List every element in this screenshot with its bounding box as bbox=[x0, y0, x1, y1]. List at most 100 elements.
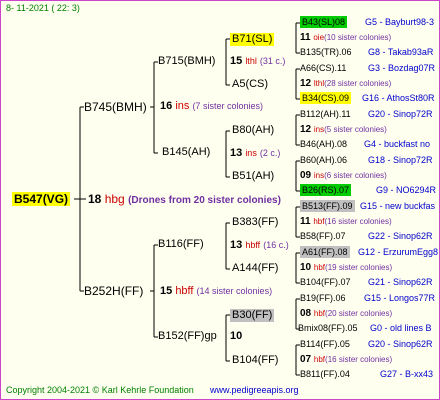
root-drone-line: 18 hbg (Drones from 20 sister colonies) bbox=[88, 193, 281, 206]
gen3-drone-num: 10 bbox=[300, 262, 312, 273]
gen3-drone-line: 11 hbf(16 sister colonies) bbox=[300, 217, 392, 227]
gen3-drone-code: oie bbox=[313, 33, 325, 42]
gen3-drone-note: (20 sister colonies) bbox=[325, 309, 393, 318]
gen4-queen[interactable]: B34(CS).09 bbox=[300, 92, 352, 104]
gen4-ref: G12 - ErzurumEgg8 bbox=[358, 247, 439, 257]
gen3-drone-code: lthl bbox=[313, 79, 325, 88]
gen3-drone-note: (28 sister colonies) bbox=[324, 79, 392, 88]
gen2-drone-num: 10 bbox=[230, 330, 243, 342]
gen3-drone-code: hbf bbox=[313, 217, 325, 226]
root-queen[interactable]: B547(VG) bbox=[12, 192, 71, 206]
gen4-ref: G0 - old lines B bbox=[370, 323, 432, 333]
gen3-drone-num: 12 bbox=[300, 124, 312, 135]
gen3-drone-num: 11 bbox=[300, 32, 311, 43]
gen2-drone-num: 15 bbox=[230, 55, 243, 67]
root-drone-code: hbg bbox=[104, 192, 125, 206]
gen3-drone-line: 11 oie(10 sister colonies) bbox=[300, 33, 391, 43]
gen3-drone-num: 12 bbox=[300, 78, 312, 89]
gen1-queen[interactable]: B745(BMH) bbox=[84, 101, 147, 113]
gen3-drone-note: (6 sister colonies) bbox=[324, 171, 387, 180]
gen1-drone-line: 15 hbff (14 sister colonies) bbox=[160, 286, 272, 297]
gen3-queen[interactable]: B30(FF) bbox=[230, 309, 275, 322]
gen4-queen[interactable]: B58(FF).07 bbox=[300, 232, 346, 241]
gen2-drone-num: 13 bbox=[230, 147, 243, 159]
gen4-queen[interactable]: B46(AH).08 bbox=[300, 140, 347, 149]
gen1-drone-note: (7 sister colonies) bbox=[192, 101, 263, 111]
gen2-drone-note: (16 c.) bbox=[263, 240, 289, 250]
gen1-drone-line: 16 ins (7 sister colonies) bbox=[160, 101, 263, 112]
gen2-drone-num: 13 bbox=[230, 239, 243, 251]
gen2-drone-code: hbff bbox=[245, 240, 261, 250]
gen4-queen[interactable]: A61(FF).08 bbox=[300, 246, 350, 258]
gen1-drone-num: 16 bbox=[160, 100, 173, 112]
gen2-queen[interactable]: B116(FF) bbox=[158, 239, 204, 250]
gen1-queen[interactable]: B252H(FF) bbox=[84, 285, 143, 297]
gen3-drone-code: hbf bbox=[313, 355, 326, 364]
gen4-queen[interactable]: B112(AH).11 bbox=[300, 110, 351, 119]
gen1-drone-note: (14 sister colonies) bbox=[196, 286, 273, 296]
gen4-ref: G20 - Sinop72R bbox=[368, 109, 433, 119]
gen4-queen[interactable]: B114(FF).05 bbox=[300, 340, 350, 349]
gen3-queen[interactable]: B104(FF) bbox=[232, 355, 278, 366]
gen3-queen[interactable]: A144(FF) bbox=[232, 263, 278, 274]
gen4-queen[interactable]: B811(FF).04 bbox=[300, 370, 350, 379]
gen3-queen[interactable]: B51(AH) bbox=[232, 171, 274, 182]
gen3-drone-num: 08 bbox=[300, 308, 312, 319]
gen3-drone-line: 12 lthl(28 sister colonies) bbox=[300, 79, 391, 89]
gen4-ref: G9 - NO6294R bbox=[376, 185, 437, 195]
copyright-text: Copyright 2004-2021 © Karl Kehrle Founda… bbox=[6, 385, 194, 395]
gen2-drone-line: 15 lthl (31 c.) bbox=[230, 56, 285, 67]
gen4-queen[interactable]: B19(FF).06 bbox=[300, 294, 346, 303]
gen4-queen[interactable]: A66(CS).11 bbox=[300, 64, 346, 73]
gen3-queen[interactable]: B383(FF) bbox=[232, 217, 278, 228]
gen2-drone-note: (31 c.) bbox=[259, 56, 286, 66]
gen4-ref: G21 - Sinop62R bbox=[368, 277, 433, 287]
gen1-drone-num: 15 bbox=[160, 285, 173, 297]
gen4-queen[interactable]: B104(FF).07 bbox=[300, 278, 351, 287]
gen4-queen[interactable]: B60(AH).06 bbox=[300, 156, 347, 165]
gen1-drone-code: hbff bbox=[175, 285, 194, 297]
gen3-drone-num: 09 bbox=[300, 170, 312, 181]
gen2-queen[interactable]: B152(FF)gp bbox=[158, 331, 217, 342]
gen4-ref: G18 - Sinop72R bbox=[368, 155, 433, 165]
gen2-queen[interactable]: B145(AH) bbox=[162, 147, 210, 158]
gen4-row: B43(SL)08 bbox=[300, 16, 348, 28]
gen4-ref: G3 - Bozdag07R bbox=[368, 63, 436, 73]
gen4-ref: G15 - Longos77R bbox=[364, 293, 436, 303]
gen4-ref: G16 - AthosSt80R bbox=[362, 93, 435, 103]
gen3-drone-note: (16 sister colonies) bbox=[325, 355, 393, 364]
gen3-queen[interactable]: A5(CS) bbox=[232, 79, 268, 90]
gen4-ref: G22 - Sinop62R bbox=[368, 231, 433, 241]
gen2-drone-line: 13 hbff (16 c.) bbox=[230, 240, 289, 251]
root-drone-num: 18 bbox=[88, 192, 102, 206]
gen4-row: B26(RS).07 bbox=[300, 184, 352, 196]
gen4-queen[interactable]: B43(SL)08 bbox=[300, 16, 348, 28]
gen3-drone-code: hbf bbox=[313, 309, 326, 318]
gen2-drone-line: 13 ins (2 c.) bbox=[230, 148, 280, 159]
gen3-queen[interactable]: B80(AH) bbox=[232, 125, 274, 136]
gen4-row: A61(FF).08 bbox=[300, 246, 350, 258]
gen3-queen[interactable]: B71(SL) bbox=[230, 33, 275, 46]
gen4-row: B513(FF).09 bbox=[300, 200, 355, 212]
gen4-ref: G8 - Takab93aR bbox=[368, 47, 434, 57]
gen4-ref: G27 - B-xx43 bbox=[380, 369, 434, 379]
website-link[interactable]: www.pedigreeapis.org bbox=[210, 386, 299, 395]
gen3-drone-code: hbf bbox=[313, 263, 326, 272]
gen4-queen[interactable]: B26(RS).07 bbox=[300, 184, 352, 196]
gen2-drone-code: lthl bbox=[245, 56, 257, 66]
gen3-drone-line: 09 ins(6 sister colonies) bbox=[300, 171, 387, 181]
gen2-queen[interactable]: B715(BMH) bbox=[158, 56, 215, 67]
gen3-drone-line: 10 hbf(19 sister colonies) bbox=[300, 263, 392, 273]
gen3-drone-num: 11 bbox=[300, 216, 311, 227]
gen1-drone-code: ins bbox=[175, 100, 190, 112]
gen4-ref: G15 - new buckfas bbox=[360, 201, 436, 211]
gen3-drone-line: 07 hbf(16 sister colonies) bbox=[300, 355, 392, 365]
gen3-drone-note: (19 sister colonies) bbox=[325, 263, 393, 272]
gen4-queen[interactable]: Bmix08(FF).05 bbox=[298, 324, 358, 333]
gen4-queen[interactable]: B513(FF).09 bbox=[300, 200, 355, 212]
gen4-queen[interactable]: B135(TR).06 bbox=[300, 48, 352, 57]
root-drone-text: (Drones from 20 sister colonies) bbox=[128, 195, 281, 206]
gen3-drone-code: ins bbox=[313, 171, 325, 180]
gen3-drone-num: 07 bbox=[300, 354, 312, 365]
gen4-row: B34(CS).09 bbox=[300, 92, 352, 104]
